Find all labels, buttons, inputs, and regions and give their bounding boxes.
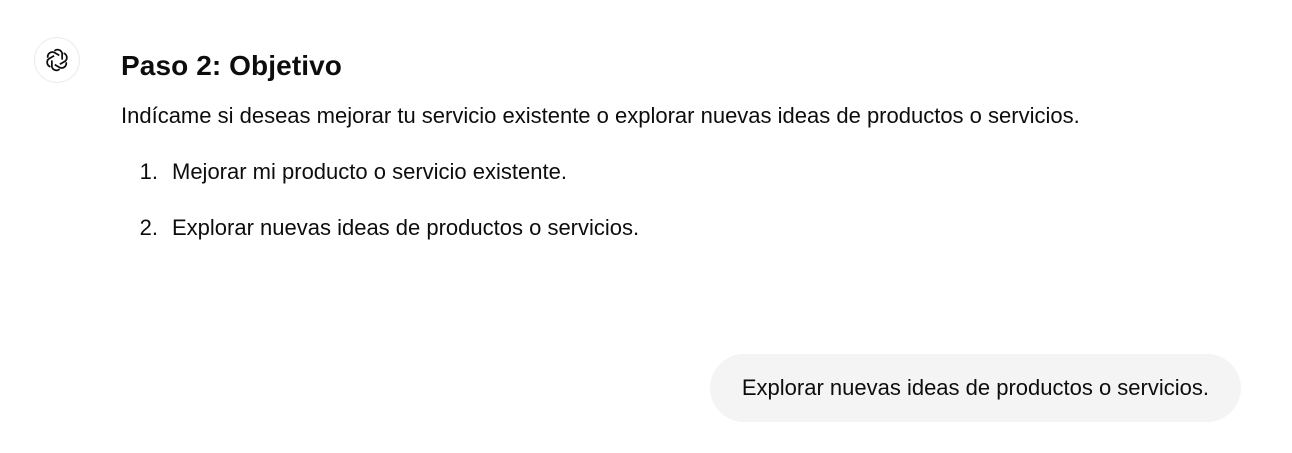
option-list: 1. Mejorar mi producto o servicio existe… [121,154,1271,246]
option-number: 2. [139,215,158,240]
option-item-1: 1. Mejorar mi producto o servicio existe… [121,154,1271,190]
option-text: Explorar nuevas ideas de productos o ser… [172,215,640,240]
step-heading: Paso 2: Objetivo [121,50,342,81]
openai-logo-icon [46,48,68,72]
assistant-avatar [34,37,80,83]
option-text: Mejorar mi producto o servicio existente… [172,159,567,184]
step-description: Indícame si deseas mejorar tu servicio e… [121,103,1080,128]
user-message-bubble: Explorar nuevas ideas de productos o ser… [709,354,1241,422]
option-item-2: 2. Explorar nuevas ideas de productos o … [121,210,1271,246]
option-number: 1. [139,159,158,184]
assistant-message: Paso 2: Objetivo Indícame si deseas mejo… [121,46,1271,266]
